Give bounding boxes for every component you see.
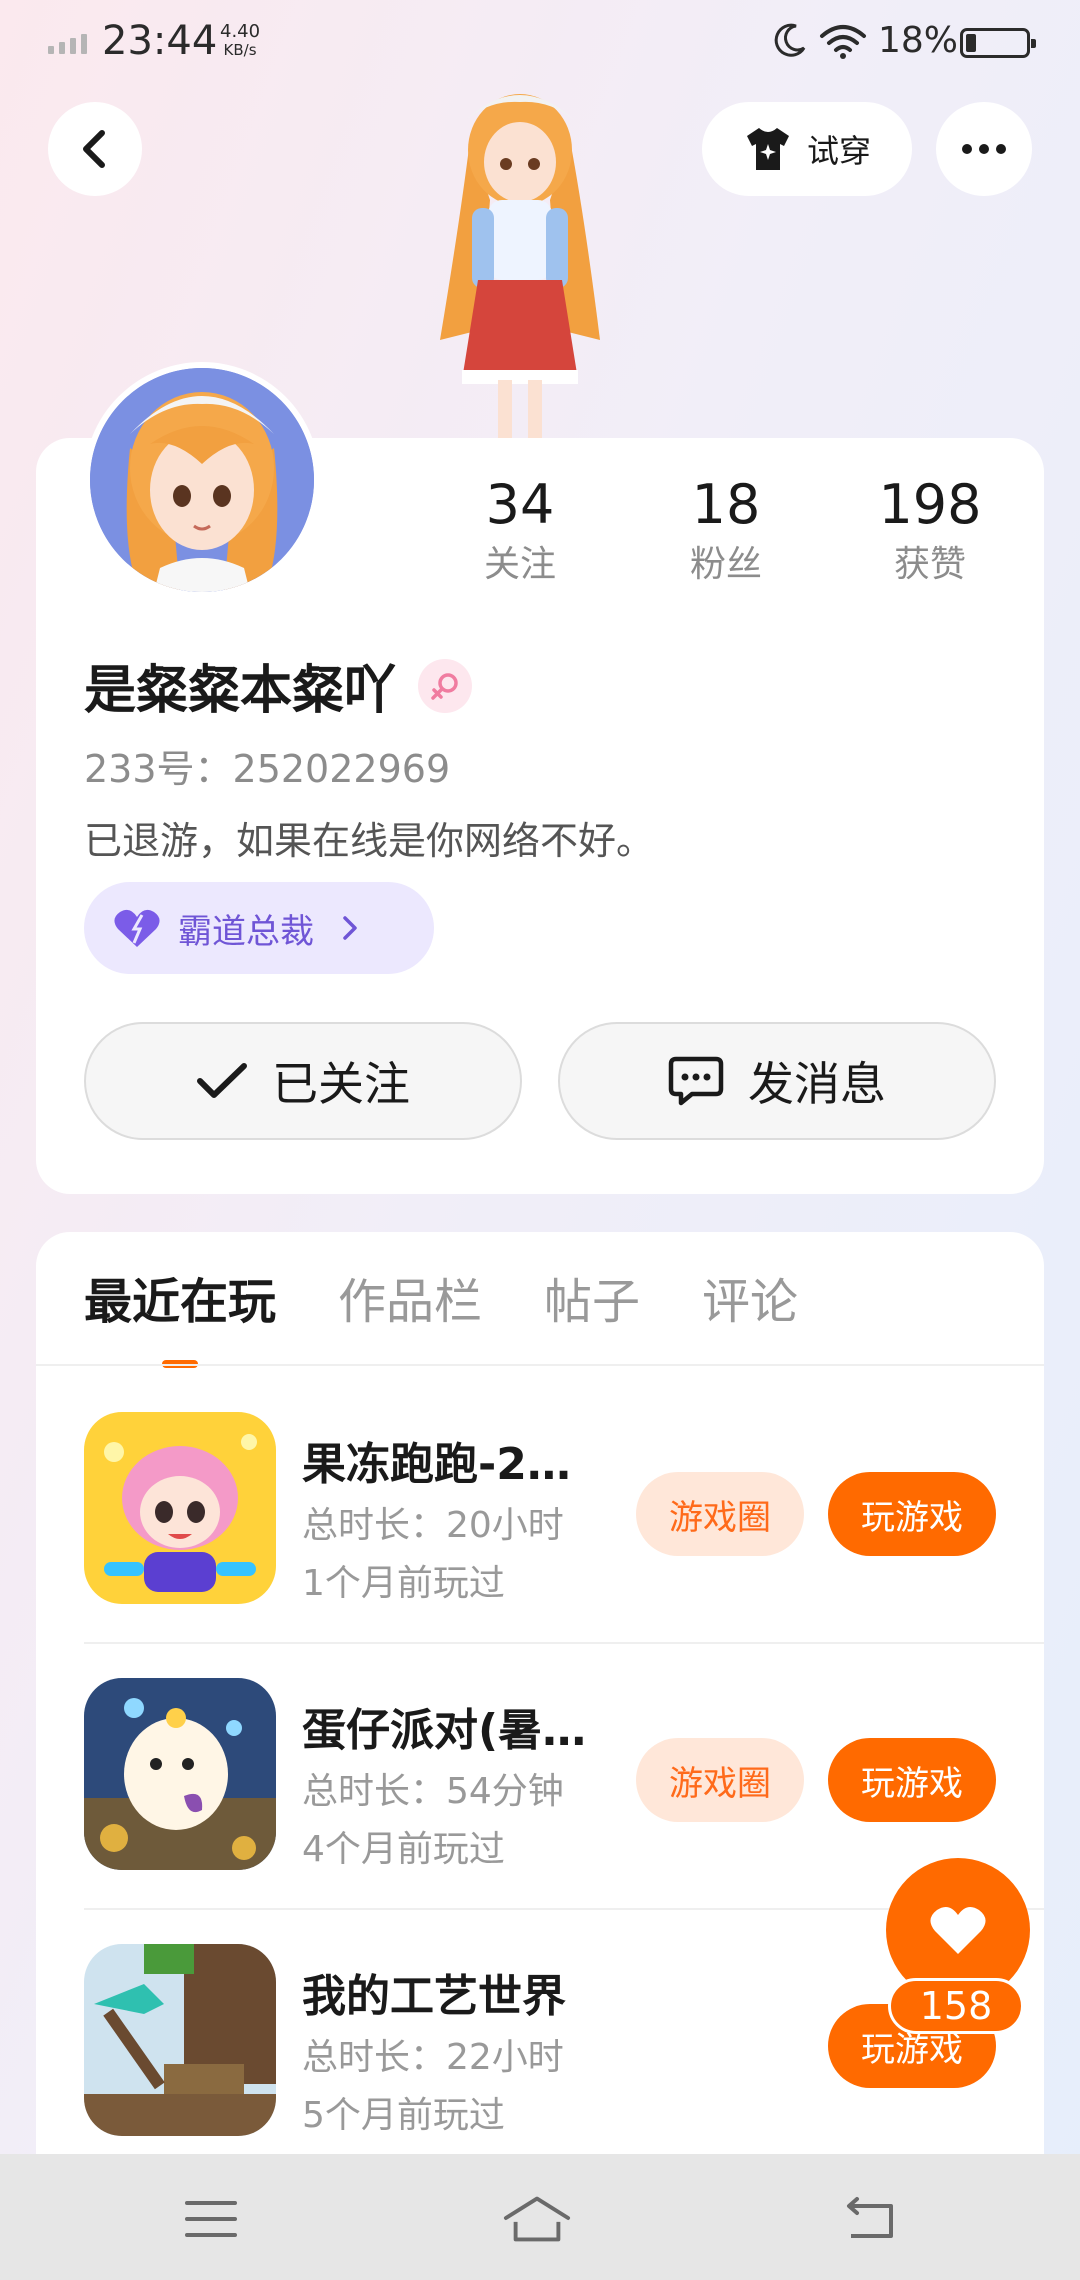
menu-icon [185, 2201, 237, 2237]
like-count: 158 [888, 1978, 1024, 2034]
game-list-item[interactable]: 蛋仔派对(暑… 总时长：54分钟 4个月前玩过 游戏圈 玩游戏 [36, 1632, 1044, 1898]
more-button[interactable] [936, 102, 1032, 196]
send-message-label: 发消息 [748, 1057, 886, 1111]
fans-label: 粉丝 [689, 544, 762, 585]
following-label: 关注 [483, 544, 556, 585]
likes-received-label: 获赞 [893, 544, 966, 585]
nickname-row: 是粲粲本粲吖 [84, 648, 473, 723]
stat-following[interactable]: 34 关注 [430, 470, 610, 590]
heart-icon [114, 909, 160, 947]
game-last-played: 4个月前玩过 [302, 1829, 505, 1870]
game-last-played: 1个月前玩过 [302, 1563, 505, 1604]
play-game-button[interactable]: 玩游戏 [828, 1472, 996, 1556]
menu-nav-button[interactable] [176, 2184, 246, 2254]
moon-icon [774, 23, 806, 57]
game-duration: 总时长：20小时 [302, 1505, 564, 1546]
title-badge[interactable]: 霸道总裁 [84, 882, 434, 974]
tab-comments[interactable]: 评论 [702, 1262, 798, 1368]
user-bio: 已退游，如果在线是你网络不好。 [84, 819, 655, 863]
play-game-button[interactable]: 玩游戏 [828, 1738, 996, 1822]
battery-percent: 18% [878, 20, 959, 61]
game-duration: 总时长：54分钟 [302, 1771, 564, 1812]
game-icon-eggy-party[interactable] [84, 1678, 276, 1870]
title-badge-label: 霸道总裁 [178, 911, 314, 952]
shirt-icon [746, 128, 789, 170]
game-duration: 总时长：22小时 [302, 2037, 564, 2078]
status-bar: 23:44 4.40 KB/s 18% [0, 0, 1080, 90]
net-speed-unit: KB/s [223, 41, 257, 59]
following-count: 34 [485, 473, 555, 536]
avatar-character-image [440, 94, 600, 440]
stat-fans[interactable]: 18 粉丝 [636, 470, 816, 590]
fans-count: 18 [691, 473, 761, 536]
followed-button[interactable]: 已关注 [84, 1022, 522, 1140]
user-id: 233号：252022969 [84, 747, 451, 791]
game-circle-button[interactable]: 游戏圈 [636, 1472, 804, 1556]
game-name: 果冻跑跑-2… [302, 1439, 571, 1490]
net-speed: 4.40 KB/s [220, 22, 260, 60]
return-icon [847, 2197, 893, 2238]
back-nav-button[interactable] [834, 2184, 904, 2254]
try-on-label: 试穿 [806, 132, 871, 170]
game-last-played: 5个月前玩过 [302, 2095, 505, 2136]
home-icon [503, 2196, 571, 2242]
game-icon-jelly-run[interactable] [84, 1412, 276, 1604]
avatar[interactable] [84, 362, 320, 598]
battery-icon [960, 28, 1036, 58]
female-gender-icon [418, 658, 473, 713]
check-icon [197, 1063, 247, 1098]
stat-likes[interactable]: 198 获赞 [840, 470, 1020, 590]
send-message-button[interactable]: 发消息 [558, 1022, 996, 1140]
chevron-right-icon [343, 916, 357, 940]
game-name: 我的工艺世界 [302, 1971, 566, 2022]
wifi-icon [820, 25, 866, 59]
tab-recent-played[interactable]: 最近在玩 [84, 1262, 276, 1368]
nickname: 是粲粲本粲吖 [84, 661, 397, 721]
status-time: 23:44 [102, 18, 218, 64]
game-circle-button[interactable]: 游戏圈 [636, 1738, 804, 1822]
system-nav-bar [0, 2154, 1080, 2280]
followed-label: 已关注 [272, 1057, 410, 1111]
likes-received-count: 198 [878, 473, 982, 536]
more-dots-icon [962, 144, 972, 154]
signal-icon [48, 28, 87, 54]
heart-icon [930, 1906, 986, 1954]
avatar-image [90, 368, 314, 592]
home-nav-button[interactable] [502, 2184, 572, 2254]
back-arrow-icon [83, 130, 105, 168]
tab-posts[interactable]: 帖子 [544, 1262, 640, 1368]
game-name: 蛋仔派对(暑… [302, 1705, 587, 1756]
profile-tabs: 最近在玩 作品栏 帖子 评论 [84, 1262, 860, 1368]
net-speed-value: 4.40 [220, 21, 261, 42]
game-list-item[interactable]: 果冻跑跑-2… 总时长：20小时 1个月前玩过 游戏圈 玩游戏 [36, 1366, 1044, 1632]
back-button[interactable] [48, 102, 142, 196]
chat-bubble-icon [668, 1056, 724, 1106]
try-on-button[interactable]: 试穿 [702, 102, 912, 196]
tab-works[interactable]: 作品栏 [338, 1262, 482, 1368]
game-icon-craft-world[interactable] [84, 1944, 276, 2136]
